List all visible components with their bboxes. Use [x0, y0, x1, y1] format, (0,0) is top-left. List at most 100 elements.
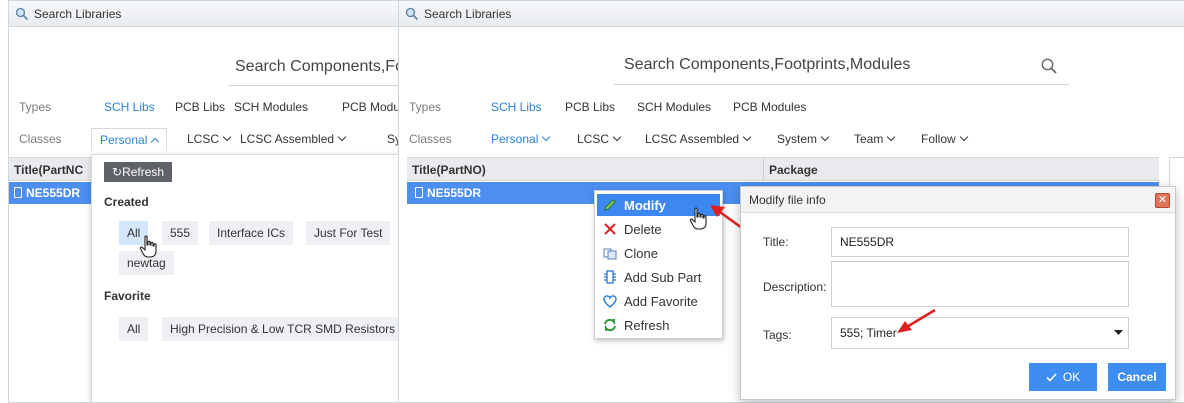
chevron-down-icon: [337, 132, 347, 142]
right-type-sch-modules[interactable]: SCH Modules: [637, 100, 711, 114]
checkmark-icon: [1046, 372, 1057, 382]
left-table-header: Title(PartNC: [9, 157, 99, 181]
cancel-button[interactable]: Cancel: [1108, 363, 1166, 391]
dialog-titlebar: Modify file info: [741, 187, 1175, 213]
description-input[interactable]: [831, 261, 1129, 307]
left-type-sch-libs[interactable]: SCH Libs: [104, 100, 155, 114]
refresh-icon: ↻: [112, 165, 123, 179]
right-class-personal[interactable]: Personal: [491, 132, 551, 146]
right-class-system-label: System: [777, 132, 818, 146]
left-selected-row[interactable]: NE555DR: [9, 182, 99, 204]
left-class-personal[interactable]: Personal: [91, 128, 168, 151]
right-class-follow[interactable]: Follow: [921, 132, 968, 146]
favorite-tag-resistors[interactable]: High Precision & Low TCR SMD Resistors: [162, 317, 399, 341]
right-types-label: Types: [409, 100, 442, 114]
left-type-pcb-libs[interactable]: PCB Libs: [175, 100, 225, 114]
right-class-team-label: Team: [854, 132, 884, 146]
right-search-input[interactable]: Search Components,Footprints,Modules: [624, 56, 910, 74]
description-field-label: Description:: [763, 280, 827, 294]
component-icon: [415, 187, 423, 198]
menu-item-clone-label: Clone: [624, 245, 658, 261]
right-panel-titlebar: Search Libraries: [399, 1, 1184, 27]
title-field-label: Title:: [763, 235, 789, 249]
heart-icon: [602, 293, 618, 309]
chevron-down-icon: [222, 132, 232, 142]
menu-item-refresh-label: Refresh: [624, 317, 670, 333]
ok-button-label: OK: [1062, 370, 1081, 384]
left-type-pcb-modules[interactable]: PCB Modu: [342, 100, 399, 114]
favorite-tag-all[interactable]: All: [119, 317, 149, 341]
close-icon[interactable]: ✕: [1155, 193, 1170, 208]
annotation-arrow-icon: [897, 308, 936, 333]
pencil-icon: [602, 197, 618, 213]
ok-button[interactable]: OK: [1029, 363, 1097, 391]
menu-item-add-sub-part[interactable]: Add Sub Part: [597, 266, 720, 288]
right-class-lcsc-assembled[interactable]: LCSC Assembled: [645, 132, 752, 146]
left-class-lcsc-label: LCSC: [187, 132, 220, 146]
refresh-icon: [602, 317, 618, 333]
menu-item-add-favorite-label: Add Favorite: [624, 293, 698, 309]
menu-item-delete-label: Delete: [624, 221, 662, 237]
right-search-underline: [614, 84, 1069, 85]
left-search-input[interactable]: Search Components,Fo: [235, 58, 399, 76]
modify-file-info-dialog: Modify file info ✕ Title: NE555DR Descri…: [740, 186, 1176, 400]
search-button-icon[interactable]: [1040, 57, 1058, 75]
sub-part-icon: [602, 269, 618, 285]
right-classes-label: Classes: [409, 132, 452, 146]
title-input[interactable]: NE555DR: [831, 227, 1129, 257]
right-col-title[interactable]: Title(PartNO): [412, 163, 486, 177]
right-panel-title: Search Libraries: [424, 6, 512, 21]
left-class-lcsc-assembled-label: LCSC Assembled: [240, 132, 335, 146]
delete-x-icon: [602, 221, 618, 237]
menu-item-refresh[interactable]: Refresh: [597, 314, 720, 336]
column-separator: [763, 157, 764, 181]
menu-item-add-sub-part-label: Add Sub Part: [624, 269, 702, 285]
dropdown-arrow-icon[interactable]: [1114, 330, 1123, 336]
left-panel-titlebar: Search Libraries: [9, 1, 399, 27]
menu-item-clone[interactable]: Clone: [597, 242, 720, 264]
chevron-down-icon: [542, 132, 551, 142]
left-search-libraries-panel: Search Libraries Search Components,Fo Ty…: [8, 0, 400, 403]
right-type-sch-libs[interactable]: SCH Libs: [491, 100, 542, 114]
left-row-title: NE555DR: [26, 186, 81, 200]
left-col-title[interactable]: Title(PartNC: [14, 163, 83, 177]
right-class-lcsc-label: LCSC: [577, 132, 610, 146]
right-class-system[interactable]: System: [777, 132, 830, 146]
hand-cursor-icon: [139, 235, 157, 258]
chevron-down-icon: [887, 132, 896, 142]
right-class-lcsc-assembled-label: LCSC Assembled: [645, 132, 740, 146]
dropdown-refresh-label: Refresh: [122, 165, 165, 179]
chevron-down-icon: [612, 132, 622, 142]
tags-field-label: Tags:: [763, 328, 792, 342]
menu-item-add-favorite[interactable]: Add Favorite: [597, 290, 720, 312]
dialog-title: Modify file info: [749, 192, 826, 207]
left-class-personal-label: Personal: [100, 133, 148, 147]
left-class-lcsc[interactable]: LCSC: [187, 132, 232, 146]
menu-item-modify-label: Modify: [624, 197, 666, 213]
search-icon: [405, 7, 419, 20]
right-class-personal-label: Personal: [491, 132, 539, 146]
right-type-pcb-libs[interactable]: PCB Libs: [565, 100, 615, 114]
right-row-title: NE555DR: [427, 186, 482, 200]
tags-select[interactable]: 555; Timer: [831, 317, 1129, 349]
right-class-lcsc[interactable]: LCSC: [577, 132, 622, 146]
right-class-team[interactable]: Team: [854, 132, 896, 146]
dropdown-refresh-button[interactable]: ↻Refresh: [104, 162, 173, 182]
left-type-sch-modules[interactable]: SCH Modules: [234, 100, 308, 114]
right-col-package[interactable]: Package: [769, 163, 818, 177]
created-tag-interface-ics[interactable]: Interface ICs: [209, 221, 294, 245]
chevron-down-icon: [959, 132, 968, 142]
left-search-underline: [229, 85, 399, 86]
created-section-title: Created: [104, 195, 149, 209]
chevron-up-icon: [151, 137, 160, 147]
right-type-pcb-modules[interactable]: PCB Modules: [733, 100, 806, 114]
personal-category-dropdown: ↻Refresh Created All 555 Interface ICs J…: [91, 154, 399, 402]
created-tag-555[interactable]: 555: [162, 221, 199, 245]
favorite-section-title: Favorite: [104, 289, 151, 303]
left-class-lcsc-assembled[interactable]: LCSC Assembled: [240, 132, 347, 146]
clone-icon: [602, 245, 618, 261]
created-tag-just-for-test[interactable]: Just For Test: [306, 221, 391, 245]
chevron-down-icon: [742, 132, 752, 142]
left-classes-label: Classes: [19, 132, 62, 146]
component-icon: [14, 187, 22, 198]
